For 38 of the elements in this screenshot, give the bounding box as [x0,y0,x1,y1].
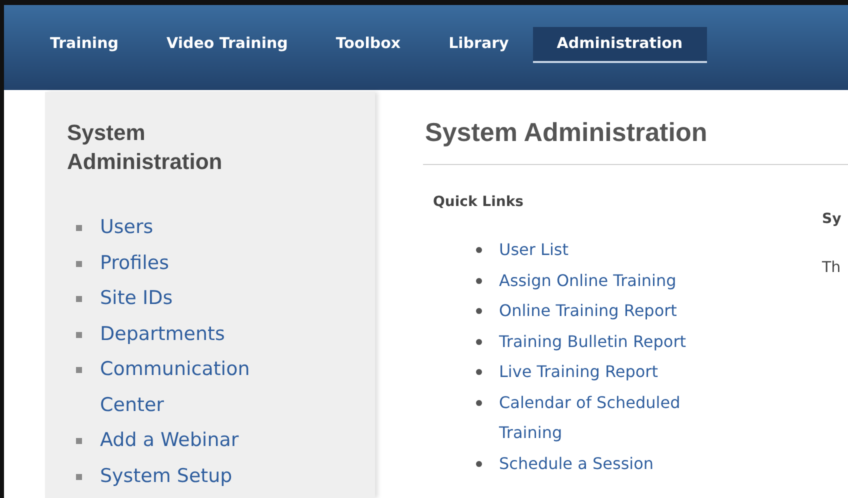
bullet-icon [476,308,482,314]
sidebar-link[interactable]: Add a Webinar [100,423,290,458]
section-heading: Quick Links [433,193,524,212]
bullet-icon [476,400,482,406]
bullet-icon [476,247,482,253]
sidebar-title: System Administration [67,119,224,176]
sidebar-link[interactable]: Communication Center [100,352,290,423]
bullet-icon [476,369,482,375]
nav-tab[interactable]: Training [26,26,142,62]
section-heading: Sy [822,210,842,229]
bullet-icon [76,474,82,480]
bullet-icon [476,460,482,466]
quick-link[interactable]: User List [499,235,744,266]
sidebar-link[interactable]: Users [100,210,290,246]
bullet-icon [76,438,82,444]
nav-tab[interactable]: Administration [532,26,707,62]
nav-tab[interactable]: Library [424,26,533,62]
sidebar-link[interactable]: System Setup [100,458,290,494]
sidebar-link[interactable]: Departments [100,316,290,352]
section-text: Th [822,257,842,278]
quick-link[interactable]: Live Training Report [499,357,744,388]
quick-link[interactable]: Calendar of Scheduled Training [499,388,744,448]
bullet-icon [76,296,82,302]
quick-link[interactable]: Training Bulletin Report [499,326,744,357]
quick-link[interactable]: Online Training Report [499,296,744,326]
sidebar-link[interactable]: Site IDs [100,281,290,316]
page-title: System Administration [424,116,708,148]
nav-tab[interactable]: Toolbox [312,26,425,62]
bullet-icon [76,367,82,373]
bullet-icon [76,260,82,266]
bullet-icon [76,225,82,231]
bullet-icon [476,278,482,284]
sidebar-link[interactable]: Profiles [100,246,290,281]
quick-link[interactable]: Schedule a Session [499,448,744,479]
bullet-icon [76,332,82,338]
nav-tab[interactable]: Video Training [142,26,312,62]
bullet-icon [476,338,482,344]
quick-link[interactable]: Assign Online Training [499,266,744,296]
